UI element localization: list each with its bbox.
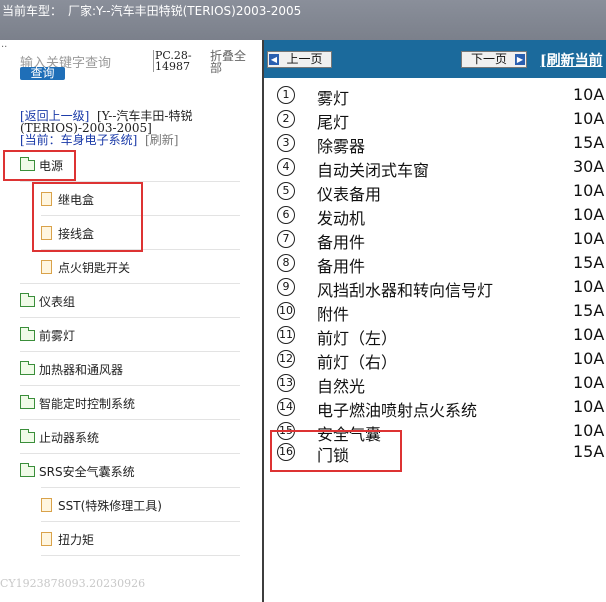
tree-item-torque[interactable]: 扭力矩 — [41, 526, 94, 552]
prev-page-button[interactable]: ◀ 上一页 — [267, 51, 332, 68]
list-item: 12 前灯（右） 10A — [277, 349, 605, 372]
folder-icon — [20, 428, 35, 443]
list-item: 5 仪表备用 10A — [277, 181, 606, 205]
divider — [20, 283, 240, 284]
current-location: [当前：车身电子系统] — [20, 133, 138, 147]
arrow-left-icon: ◀ — [269, 54, 279, 65]
menu-dot: ·· — [1, 42, 8, 53]
breadcrumb: [返回上一级] [Y--汽车丰田-特锐 (TERIOS)-2003-2005] … — [20, 110, 192, 146]
tree-item-timer-control[interactable]: 智能定时控制系统 — [20, 390, 135, 416]
list-item: 7 备用件 10A — [277, 229, 606, 253]
tree-item-ignition-switch[interactable]: 点火钥匙开关 — [41, 254, 130, 280]
document-icon — [41, 532, 52, 546]
tree-item-stopper-system[interactable]: 止动器系统 — [20, 424, 99, 450]
document-icon — [41, 498, 52, 512]
divider — [20, 453, 240, 454]
refresh-current-link[interactable]: [刷新当前 — [540, 50, 603, 70]
list-item: 8 备用件 15A — [277, 253, 606, 277]
list-item: 11 前灯（左） 10A — [277, 325, 605, 348]
watermark: CY1923878093.20230926 — [0, 577, 146, 590]
model-title: 厂家:Y--汽车丰田特锐(TERIOS)2003-2005 — [68, 4, 302, 18]
model-label: 当前车型： — [2, 4, 63, 18]
divider — [41, 521, 240, 522]
divider — [20, 385, 240, 386]
list-item: 9 风挡刮水器和转向信号灯 10A — [277, 277, 606, 301]
list-item: 3 除雾器 15A — [277, 133, 606, 157]
folder-icon — [20, 292, 35, 307]
list-item: 6 发动机 10A — [277, 205, 606, 229]
list-item: 1 雾灯 10A — [277, 85, 606, 109]
pc-code: PC.28- 14987 — [153, 49, 192, 73]
title-bar: 当前车型： 厂家:Y--汽车丰田特锐(TERIOS)2003-2005 — [0, 0, 606, 40]
sidebar: ·· 输入关键字查询 查询 PC.28- 14987 折叠全 部 [返回上一级]… — [0, 40, 262, 602]
list-item: 14 电子燃油喷射点火系统 10A — [277, 397, 605, 420]
list-item: 13 自然光 10A — [277, 373, 605, 396]
divider — [20, 351, 240, 352]
next-page-button[interactable]: 下一页 ▶ — [461, 51, 527, 68]
divider — [20, 419, 240, 420]
tree-item-heater-ventilator[interactable]: 加热器和通风器 — [20, 356, 123, 382]
tree-item-srs-airbag[interactable]: SRS安全气囊系统 — [20, 458, 135, 484]
divider — [41, 487, 240, 488]
list-item: 10 附件 15A — [277, 301, 605, 324]
content-panel: ◀ 上一页 下一页 ▶ [刷新当前 1 雾灯 10A 2 尾灯 10A 3 除雾… — [264, 40, 606, 602]
highlight-box-relay-junction — [32, 182, 143, 252]
refresh-link[interactable]: [刷新] — [145, 133, 178, 147]
content-toolbar: ◀ 上一页 下一页 ▶ [刷新当前 — [264, 40, 606, 78]
divider — [20, 317, 240, 318]
document-icon — [41, 260, 52, 274]
folder-icon — [20, 394, 35, 409]
collapse-all-link[interactable]: 折叠全 部 — [210, 50, 246, 74]
list-item: 2 尾灯 10A — [277, 109, 606, 133]
arrow-right-icon: ▶ — [515, 54, 525, 65]
highlight-box-power — [3, 150, 76, 181]
search-button[interactable]: 查询 — [20, 67, 65, 80]
highlight-box-door-lock — [270, 430, 402, 472]
folder-icon — [20, 462, 35, 477]
folder-icon — [20, 326, 35, 341]
folder-icon — [20, 360, 35, 375]
list-item: 4 自动关闭式车窗 30A — [277, 157, 606, 181]
tree-item-sst[interactable]: SST(特殊修理工具) — [41, 492, 162, 518]
tree-item-instrument-cluster[interactable]: 仪表组 — [20, 288, 75, 314]
divider — [41, 555, 240, 556]
tree-item-front-fog-lamp[interactable]: 前雾灯 — [20, 322, 75, 348]
